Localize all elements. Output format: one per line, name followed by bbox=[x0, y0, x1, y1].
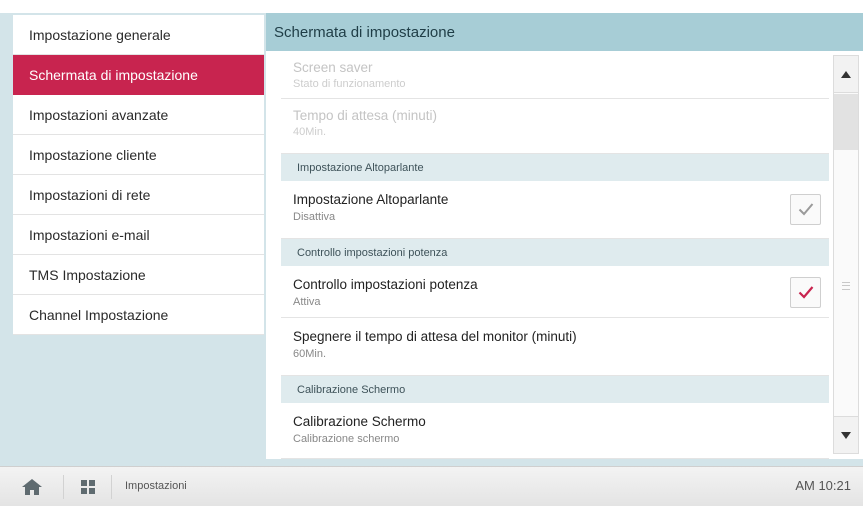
home-icon[interactable] bbox=[22, 479, 42, 500]
divider bbox=[63, 475, 64, 499]
divider bbox=[111, 475, 112, 499]
sidebar-item-channel-impostazione[interactable]: Channel Impostazione bbox=[13, 295, 264, 335]
settings-app: Impostazione generale Schermata di impos… bbox=[0, 0, 863, 506]
clock: AM 10:21 bbox=[795, 478, 851, 493]
setting-title: Impostazione Altoparlante bbox=[293, 192, 449, 207]
bottom-bar: Impostazioni AM 10:21 bbox=[0, 466, 863, 506]
setting-value: Stato di funzionamento bbox=[293, 78, 406, 90]
group-header-calibrazione: Calibrazione Schermo bbox=[281, 376, 829, 403]
arrow-up-icon bbox=[841, 71, 851, 78]
sidebar-item-impostazioni-di-rete[interactable]: Impostazioni di rete bbox=[13, 175, 264, 215]
setting-title: Controllo impostazioni potenza bbox=[293, 277, 478, 292]
setting-title: Screen saver bbox=[293, 60, 373, 75]
settings-list-panel: Screen saver Stato di funzionamento Temp… bbox=[266, 51, 863, 459]
setting-value: 60Min. bbox=[293, 348, 327, 360]
setting-value: Disattiva bbox=[293, 211, 336, 223]
setting-title: Spegnere il tempo di attesa del monitor … bbox=[293, 329, 577, 344]
sidebar-item-impostazione-generale[interactable]: Impostazione generale bbox=[13, 15, 264, 55]
setting-row-spegnere-monitor[interactable]: Spegnere il tempo di attesa del monitor … bbox=[281, 318, 829, 376]
scroll-thumb[interactable] bbox=[834, 94, 858, 150]
page-title: Schermata di impostazione bbox=[266, 13, 863, 51]
setting-row-screen-saver: Screen saver Stato di funzionamento bbox=[281, 51, 829, 99]
setting-title: Calibrazione Schermo bbox=[293, 414, 426, 429]
scroll-up-button[interactable] bbox=[834, 56, 858, 93]
sidebar-item-impostazioni-avanzate[interactable]: Impostazioni avanzate bbox=[13, 95, 264, 135]
altoparlante-checkbox[interactable] bbox=[790, 194, 821, 225]
check-icon bbox=[798, 203, 814, 216]
arrow-down-icon bbox=[841, 432, 851, 439]
sidebar-item-impostazioni-e-mail[interactable]: Impostazioni e-mail bbox=[13, 215, 264, 255]
top-strip bbox=[0, 0, 863, 13]
setting-row-calibrazione[interactable]: Calibrazione Schermo Calibrazione scherm… bbox=[281, 403, 829, 459]
apps-grid-icon[interactable] bbox=[81, 480, 95, 499]
setting-row-tempo-di-attesa: Tempo di attesa (minuti) 40Min. bbox=[281, 99, 829, 154]
sidebar: Impostazione generale Schermata di impos… bbox=[13, 15, 264, 335]
scroll-down-button[interactable] bbox=[834, 416, 858, 453]
breadcrumb: Impostazioni bbox=[125, 480, 187, 492]
setting-row-potenza[interactable]: Controllo impostazioni potenza Attiva bbox=[281, 266, 829, 318]
setting-value: Calibrazione schermo bbox=[293, 433, 400, 445]
setting-value: Attiva bbox=[293, 296, 321, 308]
sidebar-item-tms-impostazione[interactable]: TMS Impostazione bbox=[13, 255, 264, 295]
settings-list: Screen saver Stato di funzionamento Temp… bbox=[281, 51, 829, 459]
scrollbar[interactable] bbox=[833, 55, 859, 454]
setting-value: 40Min. bbox=[293, 126, 327, 138]
potenza-checkbox[interactable] bbox=[790, 277, 821, 308]
group-header-altoparlante: Impostazione Altoparlante bbox=[281, 154, 829, 181]
sidebar-item-schermata-di-impostazione[interactable]: Schermata di impostazione bbox=[13, 55, 264, 95]
group-header-potenza: Controllo impostazioni potenza bbox=[281, 239, 829, 266]
setting-title: Tempo di attesa (minuti) bbox=[293, 108, 438, 123]
sidebar-item-impostazione-cliente[interactable]: Impostazione cliente bbox=[13, 135, 264, 175]
check-icon bbox=[798, 286, 814, 299]
setting-row-altoparlante[interactable]: Impostazione Altoparlante Disattiva bbox=[281, 181, 829, 239]
grip-icon bbox=[842, 282, 850, 290]
